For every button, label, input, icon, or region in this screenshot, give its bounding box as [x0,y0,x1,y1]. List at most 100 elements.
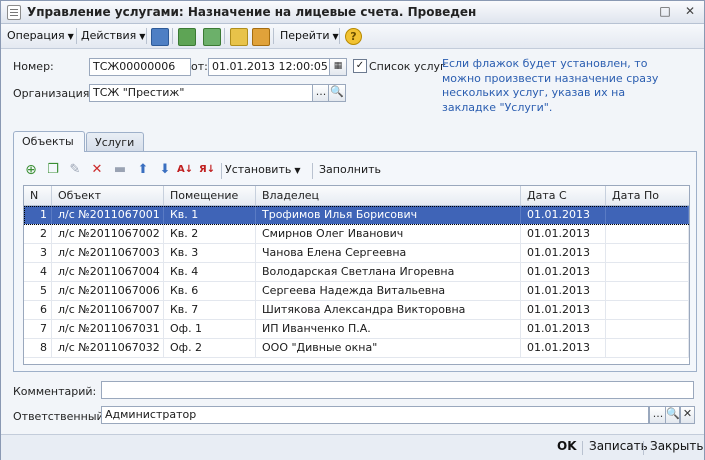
cell-object: л/с №2011067007 [52,301,164,319]
search-icon[interactable]: 🔍 [328,84,346,102]
column-header-object[interactable]: Объект [52,186,164,205]
edit-icon[interactable]: ✎ [67,162,83,178]
movements-icon[interactable] [252,28,270,46]
cell-date-from: 01.01.2013 [521,225,606,243]
cell-date-from: 01.01.2013 [521,320,606,338]
add-icon[interactable]: ⊕ [23,162,39,178]
column-header-owner[interactable]: Владелец [256,186,521,205]
separator [643,441,644,455]
cell-date-from: 01.01.2013 [521,339,606,357]
column-header-date-to[interactable]: Дата По [606,186,689,205]
actions-menu[interactable]: Действия ▼ [81,27,145,45]
delete-icon[interactable]: ✕ [89,162,105,178]
goto-menu[interactable]: Перейти ▼ [280,27,339,45]
tab-objects[interactable]: Объекты [13,131,85,152]
separator [76,28,77,44]
cell-owner: Трофимов Илья Борисович [256,206,521,224]
cell-object: л/с №2011067004 [52,263,164,281]
cell-date-from: 01.01.2013 [521,301,606,319]
close-button[interactable]: Закрыть [650,439,703,453]
separator [339,28,340,44]
column-header-date-from[interactable]: Дата С [521,186,606,205]
close-icon[interactable]: ✕ [682,4,698,19]
table-row[interactable]: 3 л/с №2011067003 Кв. 3 Чанова Елена Сергее… [24,244,689,263]
calendar-icon[interactable]: ▦ [329,58,347,76]
separator [273,28,274,44]
cell-owner: Шитякова Александра Викторовна [256,301,521,319]
cell-owner: Чанова Елена Сергеевна [256,244,521,262]
ok-button[interactable]: OK [557,439,577,453]
move-down-icon[interactable]: ⬇ [157,162,173,178]
tab-services[interactable]: Услуги [86,132,144,152]
cell-object: л/с №2011067002 [52,225,164,243]
comment-label: Комментарий: [13,385,97,398]
maximize-icon[interactable]: □ [657,4,673,19]
structure-icon[interactable] [230,28,248,46]
objects-tab-panel: ⊕ ❐ ✎ ✕ ▬ ⬆ ⬇ A↓ Я↓ Установить ▼ Заполнит… [13,151,697,372]
table-row[interactable]: 4 л/с №2011067004 Кв. 4 Володарская Светлан… [24,263,689,282]
chevron-down-icon: ▼ [139,32,146,41]
cell-date-from: 01.01.2013 [521,206,606,224]
cell-date-to [606,320,689,338]
comment-field[interactable] [101,381,694,399]
document-icon [7,5,21,20]
operation-menu[interactable]: Операция ▼ [7,27,74,45]
cell-date-from: 01.01.2013 [521,282,606,300]
cell-room: Оф. 1 [164,320,256,338]
footer-bar: OK Записать Закрыть [1,434,704,460]
cell-room: Кв. 3 [164,244,256,262]
cell-n: 4 [24,263,52,281]
move-up-icon[interactable]: ⬆ [135,162,151,178]
cell-n: 6 [24,301,52,319]
cell-room: Кв. 1 [164,206,256,224]
organization-field[interactable]: ТСЖ "Престиж" [89,84,315,102]
cell-date-to [606,225,689,243]
refresh-icon[interactable] [178,28,196,46]
table-row[interactable]: 1 л/с №2011067001 Кв. 1 Трофимов Илья Борис… [24,206,689,225]
sort-ascending-icon[interactable]: A↓ [177,162,193,178]
cell-n: 5 [24,282,52,300]
cell-n: 1 [24,206,52,224]
sort-descending-icon[interactable]: Я↓ [199,162,215,178]
set-menu[interactable]: Установить ▼ [225,161,301,179]
help-icon[interactable]: ? [345,28,362,45]
date-from-label: от: [191,60,208,73]
chevron-down-icon: ▼ [67,32,74,41]
clear-icon[interactable]: ✕ [680,406,695,424]
responsible-field[interactable]: Администратор [101,406,649,424]
search-icon[interactable]: 🔍 [665,406,680,424]
table-row[interactable]: 2 л/с №2011067002 Кв. 2 Смирнов Олег Иванов… [24,225,689,244]
end-edit-icon[interactable]: ▬ [112,162,128,178]
save-button[interactable]: Записать [589,439,648,453]
table-row[interactable]: 5 л/с №2011067006 Кв. 6 Сергеева Надежда Ви… [24,282,689,301]
date-field[interactable]: 01.01.2013 12:00:05 [208,58,330,76]
number-field[interactable]: ТСЖ00000006 [89,58,191,76]
cell-date-to [606,282,689,300]
organization-label: Организация: [13,87,94,100]
cell-owner: Смирнов Олег Иванович [256,225,521,243]
fill-button[interactable]: Заполнить [319,161,381,179]
column-header-n[interactable]: N [24,186,52,205]
column-header-room[interactable]: Помещение [164,186,256,205]
post-document-icon[interactable] [151,28,169,46]
table-row[interactable]: 6 л/с №2011067007 Кв. 7 Шитякова Александра… [24,301,689,320]
cell-n: 2 [24,225,52,243]
table-row[interactable]: 8 л/с №2011067032 Оф. 2 ООО "Дивные окна" 01… [24,339,689,358]
separator [582,441,583,455]
copy-row-icon[interactable]: ❐ [45,162,61,178]
services-list-checkbox[interactable]: ✓ [353,59,367,73]
cell-room: Оф. 2 [164,339,256,357]
table-row[interactable]: 7 л/с №2011067031 Оф. 1 ИП Иванченко П.А. 01… [24,320,689,339]
cell-date-to [606,301,689,319]
copy-document-icon[interactable] [203,28,221,46]
cell-owner: ИП Иванченко П.А. [256,320,521,338]
number-label: Номер: [13,60,54,73]
services-hint: Если флажок будет установлен, то можно п… [442,57,659,114]
set-label: Установить [225,163,292,176]
document-window: Управление услугами: Назначение на лицев… [0,0,705,460]
cell-date-to [606,263,689,281]
goto-label: Перейти [280,29,330,42]
cell-object: л/с №2011067006 [52,282,164,300]
table-header: N Объект Помещение Владелец Дата С Дата … [24,186,689,206]
chevron-down-icon: ▼ [332,32,339,41]
